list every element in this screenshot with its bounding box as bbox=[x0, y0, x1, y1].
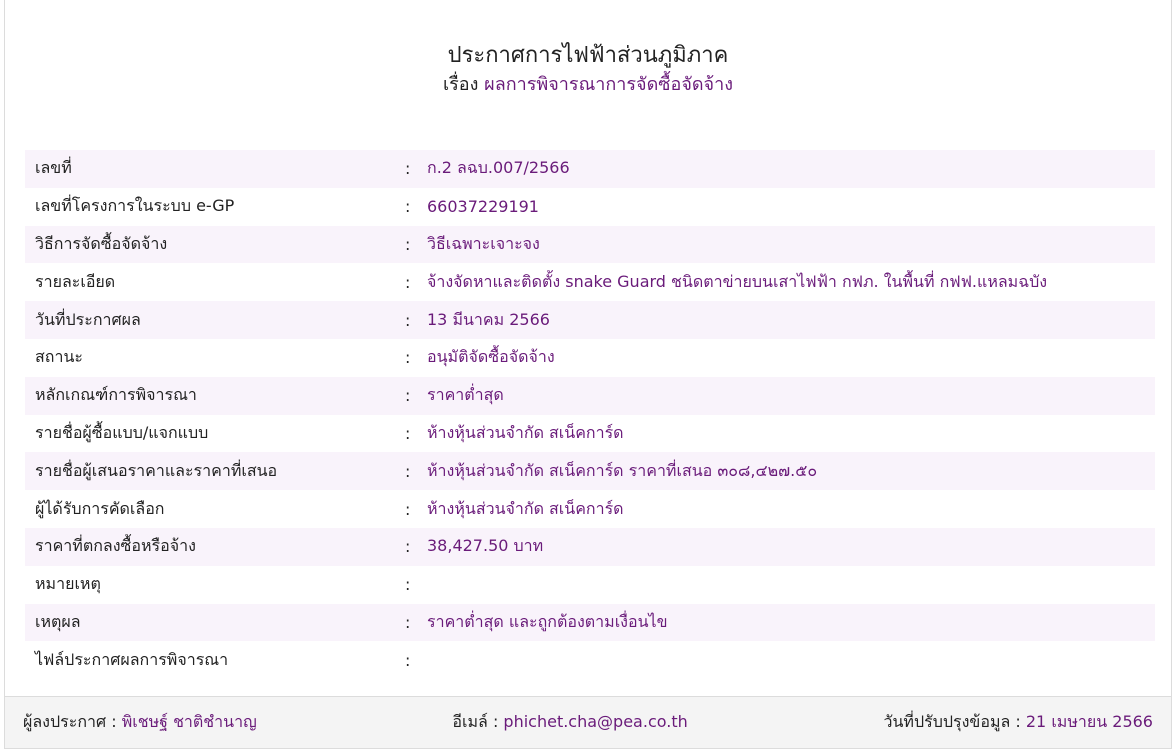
detail-row: รายชื่อผู้เสนอราคาและราคาที่เสนอ : ห้างห… bbox=[25, 452, 1155, 491]
detail-separator: : bbox=[405, 499, 411, 519]
detail-value: จ้างจัดหาและติดตั้ง snake Guard ชนิดตาข่… bbox=[427, 271, 1048, 291]
detail-label: เลขที่โครงการในระบบ e-GP bbox=[35, 196, 235, 216]
detail-row: วิธีการจัดซื้อจัดจ้าง : วิธีเฉพาะเจาะจง bbox=[25, 225, 1155, 264]
detail-label: หลักเกณฑ์การพิจารณา bbox=[35, 385, 197, 405]
detail-label: วิธีการจัดซื้อจัดจ้าง bbox=[35, 233, 168, 253]
detail-value: ห้างหุ้นส่วนจำกัด สเน็คการ์ด bbox=[427, 422, 624, 442]
detail-separator: : bbox=[405, 537, 411, 557]
detail-label: ราคาที่ตกลงซื้อหรือจ้าง bbox=[35, 536, 196, 556]
detail-row: หลักเกณฑ์การพิจารณา : ราคาต่ำสุด bbox=[25, 376, 1155, 415]
details-table: เลขที่ : ก.2 ลฉบ.007/2566 เลขที่โครงการใ… bbox=[25, 150, 1155, 679]
detail-value: อนุมัติจัดซื้อจัดจ้าง bbox=[427, 347, 555, 367]
detail-separator: : bbox=[405, 310, 411, 330]
detail-separator: : bbox=[405, 423, 411, 443]
detail-row: เลขที่ : ก.2 ลฉบ.007/2566 bbox=[25, 150, 1155, 188]
detail-separator: : bbox=[405, 386, 411, 406]
detail-row: วันที่ประกาศผล : 13 มีนาคม 2566 bbox=[25, 301, 1155, 339]
detail-separator: : bbox=[405, 461, 411, 481]
detail-value: ห้างหุ้นส่วนจำกัด สเน็คการ์ด bbox=[427, 498, 624, 518]
email-link[interactable]: phichet.cha@pea.co.th bbox=[503, 712, 687, 731]
detail-row: รายละเอียด : จ้างจัดหาและติดตั้ง snake G… bbox=[25, 263, 1155, 301]
announcement-panel: ประกาศการไฟฟ้าส่วนภูมิภาค เรื่อง ผลการพิ… bbox=[4, 0, 1172, 749]
footer-updated-date: วันที่ปรับปรุงข้อมูล : 21 เมษายน 2566 bbox=[883, 710, 1153, 735]
detail-row: หมายเหตุ : bbox=[25, 566, 1155, 604]
detail-row: ไฟล์ประกาศผลการพิจารณา : bbox=[25, 641, 1155, 679]
detail-separator: : bbox=[405, 612, 411, 632]
detail-label: รายชื่อผู้เสนอราคาและราคาที่เสนอ bbox=[35, 460, 278, 480]
announcer-name: พิเชษฐ์ ชาติชำนาญ bbox=[121, 712, 257, 731]
subtitle-prefix: เรื่อง bbox=[442, 74, 479, 95]
announcement-footer: ผู้ลงประกาศ : พิเชษฐ์ ชาติชำนาญ อีเมล์ :… bbox=[5, 696, 1171, 748]
detail-separator: : bbox=[405, 234, 411, 254]
footer-email: อีเมล์ : phichet.cha@pea.co.th bbox=[452, 710, 687, 735]
detail-row: เหตุผล : ราคาต่ำสุด และถูกต้องตามเงื่อนไ… bbox=[25, 603, 1155, 642]
detail-row: เลขที่โครงการในระบบ e-GP : 66037229191 bbox=[25, 188, 1155, 226]
detail-value: 13 มีนาคม 2566 bbox=[427, 309, 550, 329]
detail-value: 66037229191 bbox=[427, 197, 539, 217]
page-title: ประกาศการไฟฟ้าส่วนภูมิภาค bbox=[447, 43, 729, 68]
detail-row: สถานะ : อนุมัติจัดซื้อจัดจ้าง bbox=[25, 339, 1155, 377]
detail-label: รายชื่อผู้ซื้อแบบ/แจกแบบ bbox=[35, 422, 209, 442]
detail-label: วันที่ประกาศผล bbox=[35, 309, 141, 329]
detail-value: ราคาต่ำสุด bbox=[427, 385, 504, 405]
email-label: อีเมล์ : bbox=[452, 712, 499, 731]
detail-value: วิธีเฉพาะเจาะจง bbox=[427, 233, 540, 253]
detail-separator: : bbox=[405, 348, 411, 368]
detail-label: ไฟล์ประกาศผลการพิจารณา bbox=[35, 649, 229, 669]
updated-value: 21 เมษายน 2566 bbox=[1025, 712, 1153, 731]
updated-label: วันที่ปรับปรุงข้อมูล : bbox=[883, 712, 1021, 731]
detail-value: ก.2 ลฉบ.007/2566 bbox=[427, 158, 570, 178]
detail-separator: : bbox=[405, 159, 411, 179]
footer-announcer: ผู้ลงประกาศ : พิเชษฐ์ ชาติชำนาญ bbox=[23, 710, 257, 735]
detail-label: เลขที่ bbox=[35, 158, 72, 178]
detail-value: ราคาต่ำสุด และถูกต้องตามเงื่อนไข bbox=[427, 611, 668, 631]
detail-row: ผู้ได้รับการคัดเลือก : ห้างหุ้นส่วนจำกัด… bbox=[25, 490, 1155, 528]
detail-separator: : bbox=[405, 272, 411, 292]
detail-label: ผู้ได้รับการคัดเลือก bbox=[35, 498, 165, 518]
detail-row: รายชื่อผู้ซื้อแบบ/แจกแบบ : ห้างหุ้นส่วนจ… bbox=[25, 415, 1155, 453]
announcement-header: ประกาศการไฟฟ้าส่วนภูมิภาค เรื่อง ผลการพิ… bbox=[5, 40, 1171, 98]
detail-label: สถานะ bbox=[35, 347, 83, 367]
subtitle-value: ผลการพิจารณาการจัดซื้อจัดจ้าง bbox=[484, 74, 734, 95]
detail-value: ห้างหุ้นส่วนจำกัด สเน็คการ์ด ราคาที่เสนอ… bbox=[427, 460, 818, 480]
detail-label: หมายเหตุ bbox=[35, 574, 101, 594]
detail-label: เหตุผล bbox=[35, 611, 81, 631]
detail-label: รายละเอียด bbox=[35, 271, 116, 291]
announcer-label: ผู้ลงประกาศ : bbox=[23, 712, 117, 731]
detail-separator: : bbox=[405, 575, 411, 595]
detail-row: ราคาที่ตกลงซื้อหรือจ้าง : 38,427.50 บาท bbox=[25, 527, 1155, 566]
detail-separator: : bbox=[405, 650, 411, 670]
detail-value: 38,427.50 บาท bbox=[427, 536, 544, 556]
detail-separator: : bbox=[405, 197, 411, 217]
page-subtitle: เรื่อง ผลการพิจารณาการจัดซื้อจัดจ้าง bbox=[5, 72, 1171, 98]
